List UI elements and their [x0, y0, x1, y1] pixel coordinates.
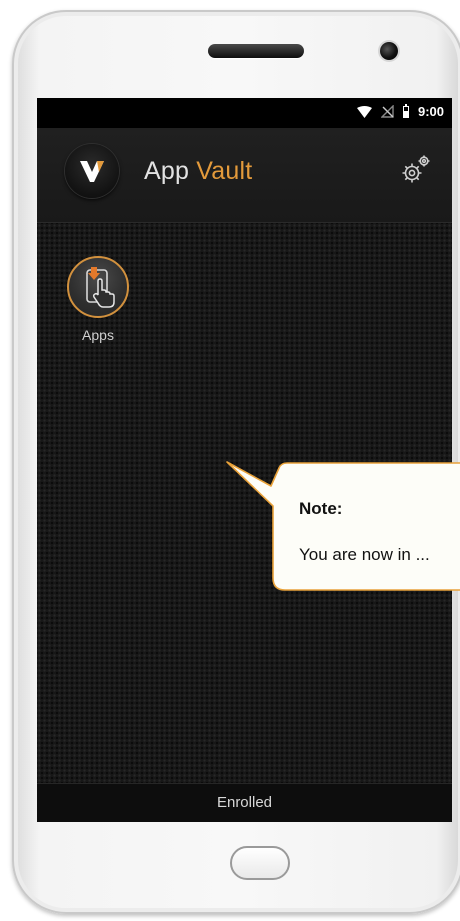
home-button[interactable]	[230, 846, 290, 880]
tap-download-icon	[67, 256, 129, 318]
launcher-item-apps[interactable]: Apps	[63, 256, 133, 343]
enrollment-status: Enrolled	[216, 794, 273, 811]
app-bar: App Vault	[37, 128, 452, 222]
settings-icon[interactable]	[398, 152, 434, 188]
callout-body: You are now in ...	[299, 545, 430, 564]
logo-icon	[65, 144, 119, 198]
speaker-grille	[208, 44, 304, 58]
status-icons: 9:00	[356, 103, 444, 119]
launcher-item-label: Apps	[82, 327, 114, 343]
status-time: 9:00	[417, 104, 444, 119]
app-title-accent: Vault	[196, 157, 253, 185]
enrollment-status-bar: Enrolled	[37, 783, 452, 822]
callout-title: Note:	[299, 499, 343, 518]
battery-icon	[402, 103, 409, 118]
status-bar: 9:00	[37, 98, 452, 128]
no-signal-icon	[380, 105, 394, 118]
note-callout	[226, 461, 460, 591]
wifi-icon	[356, 105, 372, 118]
front-camera	[380, 42, 398, 60]
app-title-main: App	[144, 157, 190, 185]
app-title: App Vault	[144, 157, 252, 186]
device-screen: 9:00 App Vault Apps Enrolled	[37, 98, 452, 822]
